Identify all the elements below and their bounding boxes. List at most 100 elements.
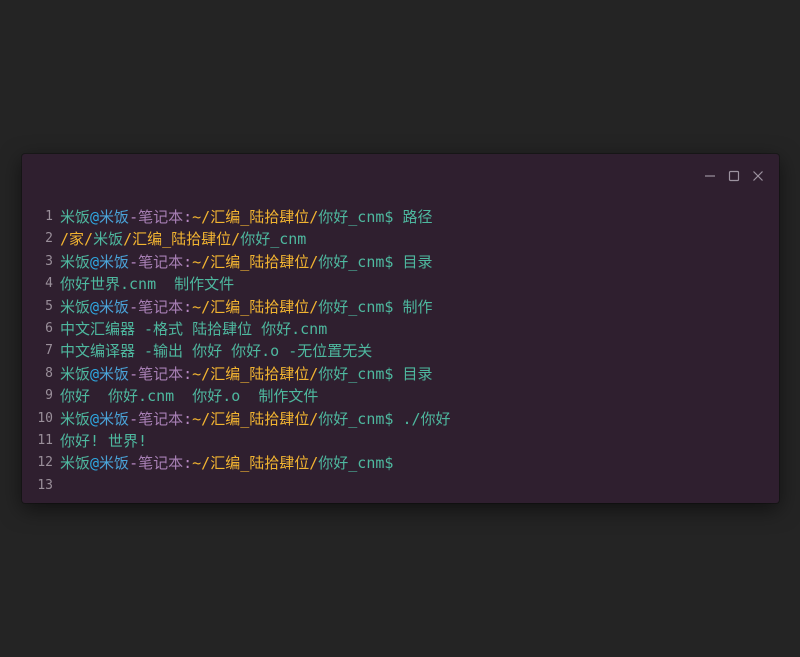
- line-content: 米饭@米饭-笔记本:~/汇编_陆拾肆位/你好_cnm$: [60, 452, 393, 474]
- terminal-line: 4 你好世界.cnm 制作文件: [22, 273, 779, 295]
- desktop-background: 1 米饭@米饭-笔记本:~/汇编_陆拾肆位/你好_cnm$ 路径 2/家/米饭/汇编…: [0, 0, 800, 657]
- command-text: 制作: [393, 297, 433, 316]
- prompt-path: ~/汇编_陆拾肆位/: [192, 454, 319, 473]
- terminal-output[interactable]: 1 米饭@米饭-笔记本:~/汇编_陆拾肆位/你好_cnm$ 路径 2/家/米饭/汇编…: [22, 206, 779, 503]
- prompt-colon: :: [183, 409, 193, 428]
- prompt-dash: -: [129, 409, 139, 428]
- line-content: 中文编译器 -输出 你好 你好.o -无位置无关: [60, 340, 372, 362]
- terminal-line: 5 米饭@米饭-笔记本:~/汇编_陆拾肆位/你好_cnm$ 制作: [22, 296, 779, 318]
- terminal-line: 11 你好! 世界!: [22, 430, 779, 452]
- line-number: 6: [45, 320, 53, 336]
- window-controls: [703, 168, 765, 184]
- path-segment: 汇编_陆拾肆位: [132, 230, 232, 249]
- path-segment: /家/: [60, 230, 94, 249]
- line-content: 米饭@米饭-笔记本:~/汇编_陆拾肆位/你好_cnm$ 目录: [60, 363, 432, 385]
- prompt-user: 米饭: [60, 297, 91, 316]
- maximize-icon: [728, 170, 740, 182]
- prompt-host: 米饭: [99, 297, 130, 316]
- output-text: 你好世界.cnm 制作文件: [60, 275, 235, 294]
- prompt-user: 米饭: [60, 208, 91, 226]
- path-segment: /: [123, 230, 133, 249]
- terminal-line: 6 中文汇编器 -格式 陆拾肆位 你好.cnm: [22, 318, 779, 340]
- prompt-path: ~/汇编_陆拾肆位/: [192, 208, 319, 226]
- line-number: 3: [45, 253, 53, 269]
- prompt-colon: :: [183, 297, 193, 316]
- terminal-line: 13: [22, 475, 779, 497]
- line-content: 米饭@米饭-笔记本:~/汇编_陆拾肆位/你好_cnm$ 路径: [60, 206, 432, 228]
- line-number: 12: [37, 455, 53, 471]
- command-text: 目录: [393, 364, 433, 383]
- line-number: 11: [37, 432, 53, 448]
- prompt-user: 米饭: [60, 409, 91, 428]
- minimize-button[interactable]: [703, 169, 717, 183]
- line-number: 5: [45, 298, 53, 314]
- prompt-user: 米饭: [60, 454, 91, 473]
- prompt-dash: -: [129, 297, 139, 316]
- line-content: 你好! 世界!: [60, 430, 147, 452]
- line-number: 8: [45, 365, 53, 381]
- prompt-at: @: [90, 252, 100, 271]
- prompt-at: @: [90, 208, 100, 226]
- prompt-colon: :: [183, 208, 193, 226]
- output-text: 你好 你好.cnm 你好.o 制作文件: [60, 387, 319, 406]
- prompt-at: @: [90, 409, 100, 428]
- line-number: 4: [45, 276, 53, 292]
- minimize-icon: [704, 170, 716, 182]
- prompt-at: @: [90, 454, 100, 473]
- prompt-cwd: 你好_cnm$: [318, 454, 394, 473]
- path-segment: /: [231, 230, 241, 249]
- line-content: 米饭@米饭-笔记本:~/汇编_陆拾肆位/你好_cnm$ ./你好: [60, 408, 451, 430]
- line-content: 你好世界.cnm 制作文件: [60, 273, 234, 295]
- prompt-dash: -: [129, 364, 139, 383]
- terminal-line: 10 米饭@米饭-笔记本:~/汇编_陆拾肆位/你好_cnm$ ./你好: [22, 408, 779, 430]
- prompt-colon: :: [183, 252, 193, 271]
- path-segment: 米饭: [93, 230, 124, 249]
- line-number: 1: [45, 209, 53, 224]
- prompt-path: ~/汇编_陆拾肆位/: [192, 409, 319, 428]
- prompt-at: @: [90, 297, 100, 316]
- terminal-line: 2/家/米饭/汇编_陆拾肆位/你好_cnm: [22, 228, 779, 250]
- prompt-user: 米饭: [60, 252, 91, 271]
- command-text: 路径: [393, 208, 433, 226]
- prompt-cwd: 你好_cnm$: [318, 364, 394, 383]
- terminal-line: 12 米饭@米饭-笔记本:~/汇编_陆拾肆位/你好_cnm$: [22, 452, 779, 474]
- line-content: 中文汇编器 -格式 陆拾肆位 你好.cnm: [60, 318, 327, 340]
- close-button[interactable]: [751, 169, 765, 183]
- terminal-window[interactable]: 1 米饭@米饭-笔记本:~/汇编_陆拾肆位/你好_cnm$ 路径 2/家/米饭/汇编…: [22, 154, 779, 503]
- line-content: 你好 你好.cnm 你好.o 制作文件: [60, 385, 318, 407]
- maximize-button[interactable]: [727, 169, 741, 183]
- prompt-cwd: 你好_cnm$: [318, 208, 394, 226]
- path-segment: 你好_cnm: [240, 230, 307, 249]
- prompt-machine: 笔记本: [138, 252, 184, 271]
- prompt-colon: :: [183, 364, 193, 383]
- prompt-cwd: 你好_cnm$: [318, 252, 394, 271]
- prompt-host: 米饭: [99, 208, 130, 226]
- prompt-host: 米饭: [99, 364, 130, 383]
- output-text: 中文汇编器 -格式 陆拾肆位 你好.cnm: [60, 319, 328, 338]
- prompt-cwd: 你好_cnm$: [318, 409, 394, 428]
- prompt-machine: 笔记本: [138, 409, 184, 428]
- line-number: 2: [45, 231, 53, 247]
- terminal-line: 9 你好 你好.cnm 你好.o 制作文件: [22, 385, 779, 407]
- command-text: ./你好: [393, 409, 451, 428]
- line-number: 7: [45, 343, 53, 359]
- line-number: 13: [37, 477, 53, 493]
- terminal-line: 7 中文编译器 -输出 你好 你好.o -无位置无关: [22, 340, 779, 362]
- line-content: 米饭@米饭-笔记本:~/汇编_陆拾肆位/你好_cnm$ 目录: [60, 251, 432, 273]
- terminal-line: 8 米饭@米饭-笔记本:~/汇编_陆拾肆位/你好_cnm$ 目录: [22, 363, 779, 385]
- prompt-dash: -: [129, 208, 139, 226]
- line-number: 10: [37, 410, 53, 426]
- prompt-cwd: 你好_cnm$: [318, 297, 394, 316]
- terminal-line: 1 米饭@米饭-笔记本:~/汇编_陆拾肆位/你好_cnm$ 路径: [22, 206, 779, 228]
- prompt-path: ~/汇编_陆拾肆位/: [192, 252, 319, 271]
- prompt-machine: 笔记本: [138, 297, 184, 316]
- prompt-host: 米饭: [99, 252, 130, 271]
- prompt-colon: :: [183, 454, 193, 473]
- prompt-host: 米饭: [99, 454, 130, 473]
- output-text: 中文编译器 -输出 你好 你好.o -无位置无关: [60, 342, 373, 361]
- terminal-line: 3 米饭@米饭-笔记本:~/汇编_陆拾肆位/你好_cnm$ 目录: [22, 251, 779, 273]
- prompt-dash: -: [129, 454, 139, 473]
- line-number: 9: [45, 388, 53, 404]
- line-content: 米饭@米饭-笔记本:~/汇编_陆拾肆位/你好_cnm$ 制作: [60, 296, 432, 318]
- prompt-path: ~/汇编_陆拾肆位/: [192, 297, 319, 316]
